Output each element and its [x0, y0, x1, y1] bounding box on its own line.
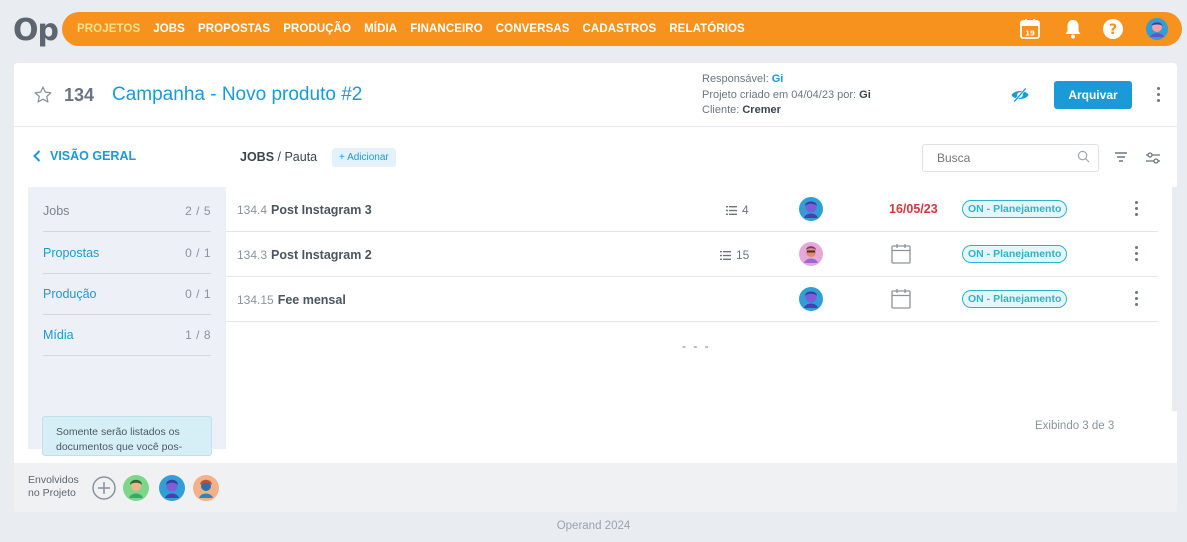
- sidebar-item-count: 1 / 8: [185, 328, 211, 342]
- calendar-empty-icon[interactable]: [891, 243, 911, 264]
- breadcrumb: JOBS / Pauta: [240, 150, 317, 164]
- responsavel-value[interactable]: Gi: [772, 73, 784, 85]
- nav-relatorios[interactable]: RELATÓRIOS: [669, 23, 745, 35]
- calendar-empty-icon[interactable]: [891, 288, 911, 309]
- operand-logo[interactable]: Op: [13, 13, 59, 48]
- task-count-value: 4: [742, 203, 749, 217]
- row-menu-icon[interactable]: [1135, 291, 1139, 307]
- sidebar-item-jobs[interactable]: Jobs 2 / 5: [43, 191, 211, 232]
- search-icon: [1077, 150, 1090, 163]
- back-to-overview[interactable]: VISÃO GERAL: [33, 149, 136, 163]
- back-label: VISÃO GERAL: [50, 149, 137, 163]
- sidebar-item-count: 0 / 1: [185, 287, 211, 301]
- scrollbar[interactable]: [1172, 187, 1177, 411]
- job-code: 134.15: [237, 293, 274, 307]
- assignee-avatar[interactable]: [799, 242, 823, 266]
- project-number: 134: [64, 85, 95, 105]
- sidebar-item-label: Jobs: [43, 204, 70, 218]
- table-row[interactable]: 134.4 Post Instagram 3 4 16/05/23 ON - Pl…: [226, 187, 1158, 232]
- nav-financeiro[interactable]: FINANCEIRO: [410, 23, 483, 35]
- member-avatar[interactable]: [193, 475, 219, 501]
- nav-cadastros[interactable]: CADASTROS: [583, 23, 657, 35]
- top-navigation: PROJETOS JOBS PROPOSTAS PRODUÇÃO MÍDIA F…: [62, 12, 1182, 46]
- job-name[interactable]: Post Instagram 3: [271, 203, 372, 217]
- list-more: - - -: [682, 339, 711, 353]
- criado-por-value: Gi: [859, 88, 871, 101]
- job-name[interactable]: Post Instagram 2: [271, 248, 372, 262]
- cliente-value: Cremer: [742, 104, 781, 116]
- sidebar-item-producao[interactable]: Produção 0 / 1: [43, 274, 211, 315]
- nav-propostas[interactable]: PROPOSTAS: [198, 23, 270, 35]
- sliders-icon[interactable]: [1145, 151, 1161, 165]
- add-member-icon[interactable]: [92, 476, 116, 500]
- table-row[interactable]: 134.15 Fee mensal ON - Planejamento: [226, 277, 1158, 322]
- star-icon[interactable]: [33, 85, 53, 105]
- table-row[interactable]: 134.3 Post Instagram 2 15 ON - Planejamen…: [226, 232, 1158, 277]
- member-avatar[interactable]: [123, 475, 149, 501]
- sidebar-item-midia[interactable]: Mídia 1 / 8: [43, 315, 211, 356]
- calendar-day: 19: [1025, 30, 1035, 38]
- status-badge[interactable]: ON - Planejamento: [962, 200, 1068, 218]
- nav-conversas[interactable]: CONVERSAS: [496, 23, 570, 35]
- status-badge[interactable]: ON - Planejamento: [962, 290, 1068, 308]
- task-count: 15: [720, 248, 749, 262]
- project-title[interactable]: Campanha - Novo produto #2: [112, 84, 362, 106]
- job-code: 134.4: [237, 203, 268, 217]
- sidebar-item-label: Produção: [43, 287, 97, 301]
- copyright: Operand 2024: [556, 520, 631, 532]
- sidebar-item-count: 0 / 1: [185, 246, 211, 260]
- chevron-left-icon: [33, 150, 41, 162]
- job-name[interactable]: Fee mensal: [278, 293, 346, 307]
- assignee-avatar[interactable]: [799, 287, 823, 311]
- nav-projetos[interactable]: PROJETOS: [77, 23, 140, 35]
- nav-midia[interactable]: MÍDIA: [364, 23, 397, 35]
- list-icon: [720, 250, 731, 260]
- help-icon[interactable]: ?: [1101, 17, 1125, 41]
- due-date[interactable]: 16/05/23: [889, 202, 938, 216]
- svg-text:?: ?: [1109, 22, 1117, 38]
- task-count-value: 15: [736, 248, 750, 262]
- project-menu-icon[interactable]: [1157, 87, 1161, 103]
- involved-bar: Envolvidos no Projeto: [14, 463, 1177, 512]
- job-code: 134.3: [237, 248, 268, 262]
- cliente-label: Cliente:: [702, 104, 740, 116]
- responsavel-label: Responsável:: [702, 73, 769, 85]
- breadcrumb-pauta: Pauta: [284, 150, 318, 164]
- row-menu-icon[interactable]: [1135, 201, 1139, 217]
- breadcrumb-separator: /: [274, 150, 285, 164]
- visibility-off-icon[interactable]: [1010, 86, 1030, 104]
- add-job-button[interactable]: + Adicionar: [332, 148, 396, 167]
- project-header: 134 Campanha - Novo produto #2 Responsáv…: [14, 63, 1177, 127]
- row-menu-icon[interactable]: [1135, 246, 1139, 262]
- list-icon: [726, 205, 737, 215]
- sidebar-item-label: Propostas: [43, 246, 100, 260]
- involved-label: Envolvidos no Projeto: [28, 474, 79, 499]
- archive-button[interactable]: Arquivar: [1054, 81, 1132, 109]
- task-count: 4: [726, 203, 749, 217]
- sidebar-item-propostas[interactable]: Propostas 0 / 1: [43, 233, 211, 274]
- nav-jobs[interactable]: JOBS: [153, 23, 185, 35]
- main-menu: PROJETOS JOBS PROPOSTAS PRODUÇÃO MÍDIA F…: [77, 23, 745, 35]
- assignee-avatar[interactable]: [799, 197, 823, 221]
- project-meta: Responsável: Gi Projeto criado em 04/04/…: [702, 72, 871, 119]
- search-input[interactable]: [922, 144, 1099, 172]
- filter-icon[interactable]: [1114, 151, 1128, 163]
- result-count: Exibindo 3 de 3: [1035, 420, 1115, 432]
- calendar-icon[interactable]: 19: [1018, 17, 1042, 41]
- breadcrumb-jobs: JOBS: [240, 150, 275, 164]
- criado-label: Projeto criado em 04/04/23 por:: [702, 88, 857, 101]
- status-badge[interactable]: ON - Planejamento: [962, 245, 1068, 263]
- nav-producao[interactable]: PRODUÇÃO: [283, 23, 351, 35]
- bell-icon[interactable]: [1061, 17, 1085, 41]
- project-sidebar: Jobs 2 / 5 Propostas 0 / 1 Produção 0 / …: [28, 187, 226, 456]
- user-avatar[interactable]: [1145, 17, 1169, 41]
- sidebar-item-label: Mídia: [43, 328, 74, 342]
- project-card: 134 Campanha - Novo produto #2 Responsáv…: [14, 63, 1177, 512]
- permissions-note: Somente serão listados os documentos que…: [42, 416, 212, 456]
- member-avatar[interactable]: [159, 475, 185, 501]
- sidebar-item-count: 2 / 5: [185, 204, 211, 218]
